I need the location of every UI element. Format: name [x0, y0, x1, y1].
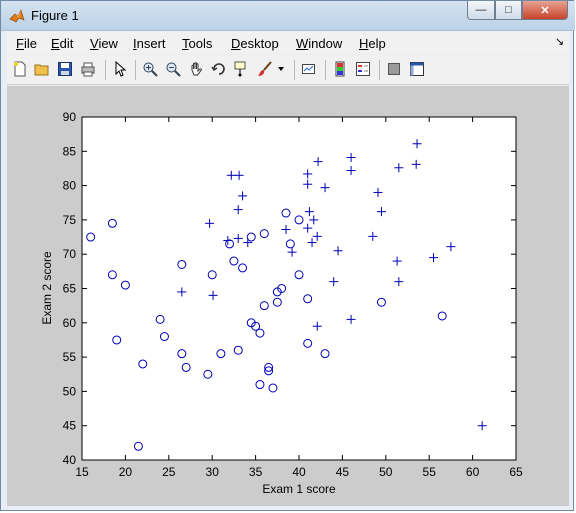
title-bar[interactable]: Figure 1 — □ ✕	[1, 1, 575, 31]
minimize-button[interactable]: —	[467, 1, 495, 20]
save-icon[interactable]	[56, 60, 74, 78]
menu-edit[interactable]: Edit	[51, 36, 73, 51]
menu-file-mnemonic: F	[16, 36, 24, 51]
data-cursor-icon[interactable]	[233, 60, 251, 78]
menu-window[interactable]: Window	[296, 36, 342, 51]
pan-icon[interactable]	[187, 60, 205, 78]
y-tick-label: 60	[63, 316, 77, 330]
menu-help[interactable]: Help	[359, 36, 386, 51]
insert-colorbar-icon[interactable]	[331, 60, 349, 78]
x-tick-label: 30	[206, 465, 220, 479]
menu-edit-mnemonic: E	[51, 36, 60, 51]
edit-plot-icon[interactable]	[111, 60, 129, 78]
x-tick-label: 50	[379, 465, 393, 479]
hide-plot-tools-icon[interactable]	[385, 60, 403, 78]
zoom-out-icon[interactable]	[164, 60, 182, 78]
show-plot-tools-icon[interactable]	[408, 60, 426, 78]
x-tick-label: 35	[249, 465, 263, 479]
menu-bar: File Edit View Insert Tools Desktop Wind…	[7, 32, 569, 54]
y-tick-label: 70	[63, 247, 77, 261]
brush-icon[interactable]	[256, 60, 274, 78]
y-tick-label: 75	[63, 213, 77, 227]
x-tick-label: 65	[509, 465, 523, 479]
menu-desktop-mnemonic: D	[231, 36, 241, 51]
figure-canvas: 15 20 25 30 35 40 45 50 55 60 65 40 45 50 55 60 65 70 75 80…	[7, 86, 569, 506]
menu-view[interactable]: View	[90, 36, 118, 51]
insert-legend-icon[interactable]	[354, 60, 372, 78]
zoom-in-icon[interactable]	[141, 60, 159, 78]
y-tick-label: 40	[63, 453, 77, 467]
toolbar-separator	[325, 60, 326, 80]
dock-arrow-icon[interactable]: ↘	[555, 35, 564, 48]
x-tick-label: 40	[292, 465, 306, 479]
matlab-logo-icon	[9, 9, 25, 23]
menu-window-label: indow	[308, 36, 343, 51]
x-tick-label: 60	[466, 465, 480, 479]
y-tick-label: 45	[63, 419, 77, 433]
menu-window-mnemonic: W	[296, 36, 309, 51]
menu-help-mnemonic: H	[359, 36, 369, 51]
x-tick-label: 20	[119, 465, 133, 479]
menu-tools[interactable]: Tools	[182, 36, 212, 51]
maximize-button[interactable]: □	[495, 1, 522, 20]
menu-file-label: ile	[23, 36, 37, 51]
menu-desktop[interactable]: Desktop	[231, 36, 279, 51]
print-icon[interactable]	[79, 60, 97, 78]
y-tick-label: 80	[63, 179, 77, 193]
figure-window: Figure 1 — □ ✕ File Edit View Insert Too…	[0, 0, 575, 511]
toolbar-separator	[135, 60, 136, 80]
menu-view-label: iew	[98, 36, 118, 51]
x-tick-label: 55	[423, 465, 437, 479]
toolbar-separator	[105, 60, 106, 80]
window-title: Figure 1	[31, 8, 79, 23]
new-figure-icon[interactable]	[11, 60, 29, 78]
menu-desktop-label: esktop	[240, 36, 279, 51]
y-tick-label: 85	[63, 144, 77, 158]
menu-help-label: elp	[368, 36, 386, 51]
y-tick-label: 65	[63, 282, 77, 296]
x-axis-label: Exam 1 score	[262, 482, 336, 496]
axes-background	[81, 116, 517, 461]
x-tick-label: 15	[75, 465, 89, 479]
menu-file[interactable]: File	[16, 36, 37, 51]
menu-tools-label: ools	[188, 36, 213, 51]
scatter-chart[interactable]: 15 20 25 30 35 40 45 50 55 60 65 40 45 50 55 60 65 70 75 80…	[7, 86, 569, 506]
open-icon[interactable]	[33, 60, 51, 78]
toolbar-separator	[294, 60, 295, 80]
y-axis-label: Exam 2 score	[40, 251, 54, 325]
menu-insert[interactable]: Insert	[133, 36, 166, 51]
link-plot-icon[interactable]	[300, 60, 318, 78]
brush-dropdown-icon[interactable]	[276, 60, 286, 78]
x-tick-label: 25	[162, 465, 176, 479]
menu-insert-label: nsert	[136, 36, 166, 51]
rotate-3d-icon[interactable]	[210, 60, 228, 78]
y-tick-label: 55	[63, 350, 77, 364]
toolbar-separator	[379, 60, 380, 80]
figure-toolbar	[7, 55, 569, 85]
menu-edit-label: dit	[59, 36, 74, 51]
y-tick-label: 50	[63, 384, 77, 398]
x-tick-label: 45	[336, 465, 350, 479]
close-button[interactable]: ✕	[522, 1, 568, 20]
y-tick-label: 90	[63, 110, 77, 124]
